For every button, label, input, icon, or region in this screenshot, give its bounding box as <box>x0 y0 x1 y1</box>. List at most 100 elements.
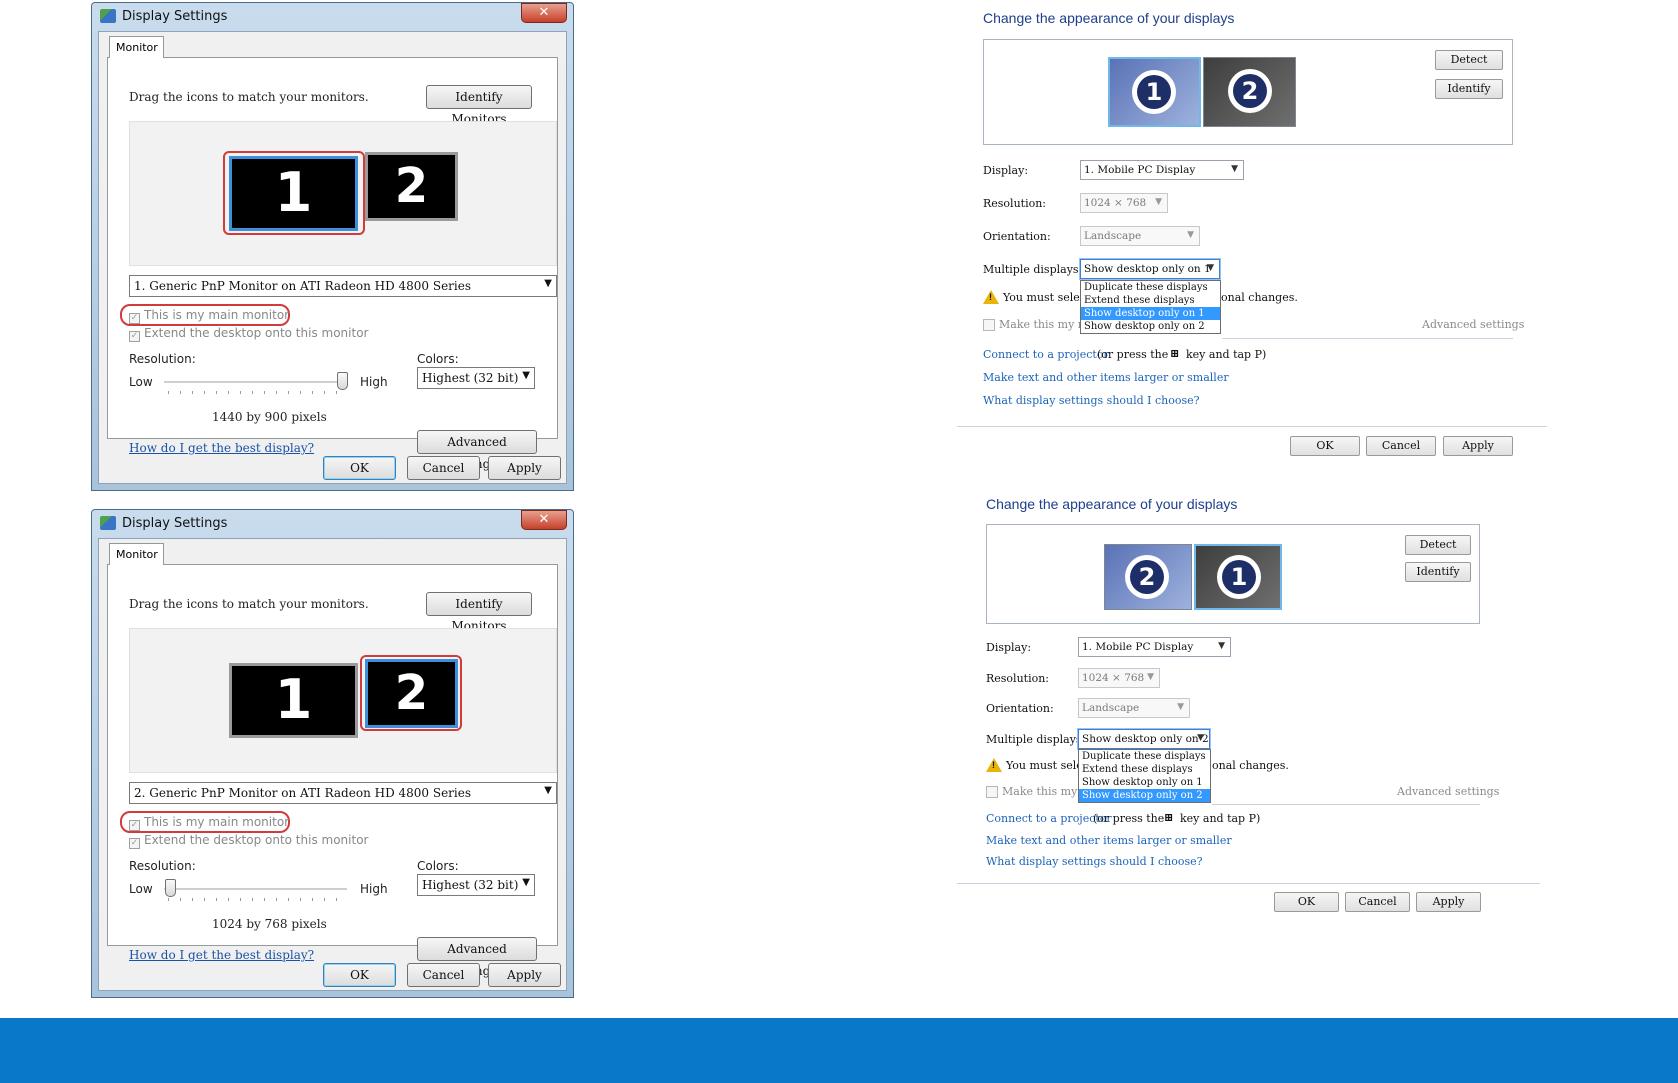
ok-button[interactable]: OK <box>1274 892 1339 912</box>
slider-low-label: Low <box>129 375 153 389</box>
checkbox-icon: ✓ <box>129 838 140 849</box>
advanced-settings-link[interactable]: Advanced settings <box>1422 318 1524 331</box>
resolution-slider-thumb[interactable] <box>337 372 348 390</box>
display-select[interactable]: 1. Mobile PC Display ▼ <box>1080 160 1244 180</box>
warning-text-end: onal changes. <box>1212 759 1289 772</box>
checkbox-icon: ✓ <box>129 313 140 324</box>
apply-button[interactable]: Apply <box>488 456 561 480</box>
main-monitor-checkbox[interactable]: ✓ This is my main monitor <box>129 815 289 831</box>
ok-button[interactable]: OK <box>1290 436 1360 456</box>
divider <box>1222 338 1513 339</box>
identify-button[interactable]: Identify <box>1405 562 1471 582</box>
make-main-display-checkbox[interactable] <box>983 319 995 331</box>
orientation-select[interactable]: Landscape ▼ <box>1078 698 1190 718</box>
windows-logo-icon: ⊞ <box>1164 811 1174 824</box>
dropdown-option[interactable]: Extend these displays <box>1081 294 1220 307</box>
monitor-1-tile[interactable]: 1 <box>1194 544 1282 610</box>
colors-select[interactable]: Highest (32 bit) ▼ <box>417 874 535 896</box>
extend-desktop-checkbox[interactable]: ✓ Extend the desktop onto this monitor <box>129 833 368 849</box>
dropdown-option[interactable]: Show desktop only on 2 <box>1081 320 1220 333</box>
screen-resolution-panel-2: Change the appearance of your displays 2… <box>957 487 1547 927</box>
footer-band <box>0 1018 1678 1083</box>
multiple-displays-select[interactable]: Show desktop only on 1 ▼ <box>1080 259 1220 279</box>
resolution-select-value: 1024 × 768 <box>1082 672 1145 684</box>
display-select-value: 1. Mobile PC Display <box>1084 164 1196 176</box>
monitor-2-tile[interactable]: 2 <box>1203 57 1296 127</box>
main-monitor-checkbox[interactable]: ✓ This is my main monitor <box>129 308 289 324</box>
multiple-displays-dropdown: Duplicate these displays Extend these di… <box>1078 749 1211 803</box>
monitor-2-tile[interactable]: 2 <box>1104 544 1192 610</box>
monitor-2-tile[interactable]: 2 <box>365 152 458 221</box>
resolution-label: Resolution: <box>983 197 1047 210</box>
identify-button[interactable]: Identify <box>1435 79 1503 99</box>
divider <box>1212 804 1480 805</box>
advanced-settings-button[interactable]: Advanced Settings... <box>417 430 537 471</box>
display-settings-dialog-1: Display Settings ✕ Monitor Drag the icon… <box>91 2 574 491</box>
chevron-down-icon: ▼ <box>1147 672 1154 682</box>
dropdown-option[interactable]: Extend these displays <box>1079 763 1210 776</box>
extend-desktop-label: Extend the desktop onto this monitor <box>144 326 369 340</box>
help-link[interactable]: How do I get the best display? <box>129 441 314 455</box>
monitor-1-tile[interactable]: 1 <box>229 156 358 231</box>
extend-desktop-checkbox[interactable]: ✓ Extend the desktop onto this monitor <box>129 326 368 342</box>
ok-button[interactable]: OK <box>323 963 396 987</box>
multiple-displays-label: Multiple displays: <box>986 733 1086 746</box>
colors-select[interactable]: Highest (32 bit) ▼ <box>417 367 535 389</box>
text-size-link[interactable]: Make text and other items larger or smal… <box>986 834 1232 847</box>
panel-heading: Change the appearance of your displays <box>986 496 1238 512</box>
display-select[interactable]: 1. Generic PnP Monitor on ATI Radeon HD … <box>129 275 557 297</box>
close-icon[interactable]: ✕ <box>521 3 567 23</box>
multiple-displays-select[interactable]: Show desktop only on 2 ▼ <box>1078 729 1210 749</box>
dropdown-option[interactable]: Show desktop only on 1 <box>1079 776 1210 789</box>
main-monitor-label: This is my main monitor <box>144 815 290 829</box>
dropdown-option[interactable]: Duplicate these displays <box>1079 750 1210 763</box>
resolution-select[interactable]: 1024 × 768 ▼ <box>1078 668 1160 688</box>
apply-button[interactable]: Apply <box>1416 892 1481 912</box>
detect-button[interactable]: Detect <box>1405 535 1471 555</box>
make-main-display-checkbox[interactable] <box>986 786 998 798</box>
identify-monitors-button[interactable]: Identify Monitors <box>426 592 532 633</box>
help-link[interactable]: How do I get the best display? <box>129 948 314 962</box>
monitor-1-tile[interactable]: 1 <box>229 663 358 738</box>
advanced-settings-button[interactable]: Advanced Settings... <box>417 937 537 978</box>
monitor-2-tile[interactable]: 2 <box>365 659 458 728</box>
ok-button[interactable]: OK <box>323 456 396 480</box>
chevron-down-icon: ▼ <box>1231 164 1238 174</box>
display-settings-help-link[interactable]: What display settings should I choose? <box>986 855 1203 868</box>
tab-monitor[interactable]: Monitor <box>109 36 164 58</box>
cancel-button[interactable]: Cancel <box>1345 892 1410 912</box>
dropdown-option[interactable]: Show desktop only on 2 <box>1079 789 1210 802</box>
tab-monitor[interactable]: Monitor <box>109 543 164 565</box>
identify-monitors-button[interactable]: Identify Monitors <box>426 85 532 126</box>
colors-label: Colors: <box>417 352 459 366</box>
apply-button[interactable]: Apply <box>488 963 561 987</box>
resolution-slider-thumb[interactable] <box>165 879 176 897</box>
connect-projector-link[interactable]: Connect to a projector <box>983 348 1109 361</box>
display-select[interactable]: 1. Mobile PC Display ▼ <box>1078 637 1231 657</box>
monitor-number: 1 <box>1137 75 1171 109</box>
drag-instruction: Drag the icons to match your monitors. <box>129 90 369 104</box>
orientation-label: Orientation: <box>986 702 1054 715</box>
apply-button[interactable]: Apply <box>1443 436 1513 456</box>
dropdown-option[interactable]: Show desktop only on 1 <box>1081 307 1220 320</box>
display-select[interactable]: 2. Generic PnP Monitor on ATI Radeon HD … <box>129 782 557 804</box>
monitor-number: 2 <box>1233 74 1267 108</box>
cancel-button[interactable]: Cancel <box>1366 436 1436 456</box>
monitor-arrangement-preview: 1 2 <box>129 121 557 266</box>
display-settings-help-link[interactable]: What display settings should I choose? <box>983 394 1200 407</box>
cancel-button[interactable]: Cancel <box>407 456 480 480</box>
advanced-settings-link[interactable]: Advanced settings <box>1397 785 1499 798</box>
dropdown-option[interactable]: Duplicate these displays <box>1081 281 1220 294</box>
resolution-slider-ticks <box>168 898 346 901</box>
text-size-link[interactable]: Make text and other items larger or smal… <box>983 371 1229 384</box>
display-select-value: 1. Mobile PC Display <box>1082 641 1194 653</box>
dialog-title: Display Settings <box>122 9 228 24</box>
orientation-select[interactable]: Landscape ▼ <box>1080 226 1200 246</box>
close-icon[interactable]: ✕ <box>521 510 567 530</box>
detect-button[interactable]: Detect <box>1435 50 1503 70</box>
cancel-button[interactable]: Cancel <box>407 963 480 987</box>
monitor-1-tile[interactable]: 1 <box>1108 57 1201 127</box>
resolution-slider-ticks <box>168 391 346 394</box>
resolution-select[interactable]: 1024 × 768 ▼ <box>1080 193 1168 213</box>
monitor-number-badge: 1 <box>1132 70 1176 114</box>
